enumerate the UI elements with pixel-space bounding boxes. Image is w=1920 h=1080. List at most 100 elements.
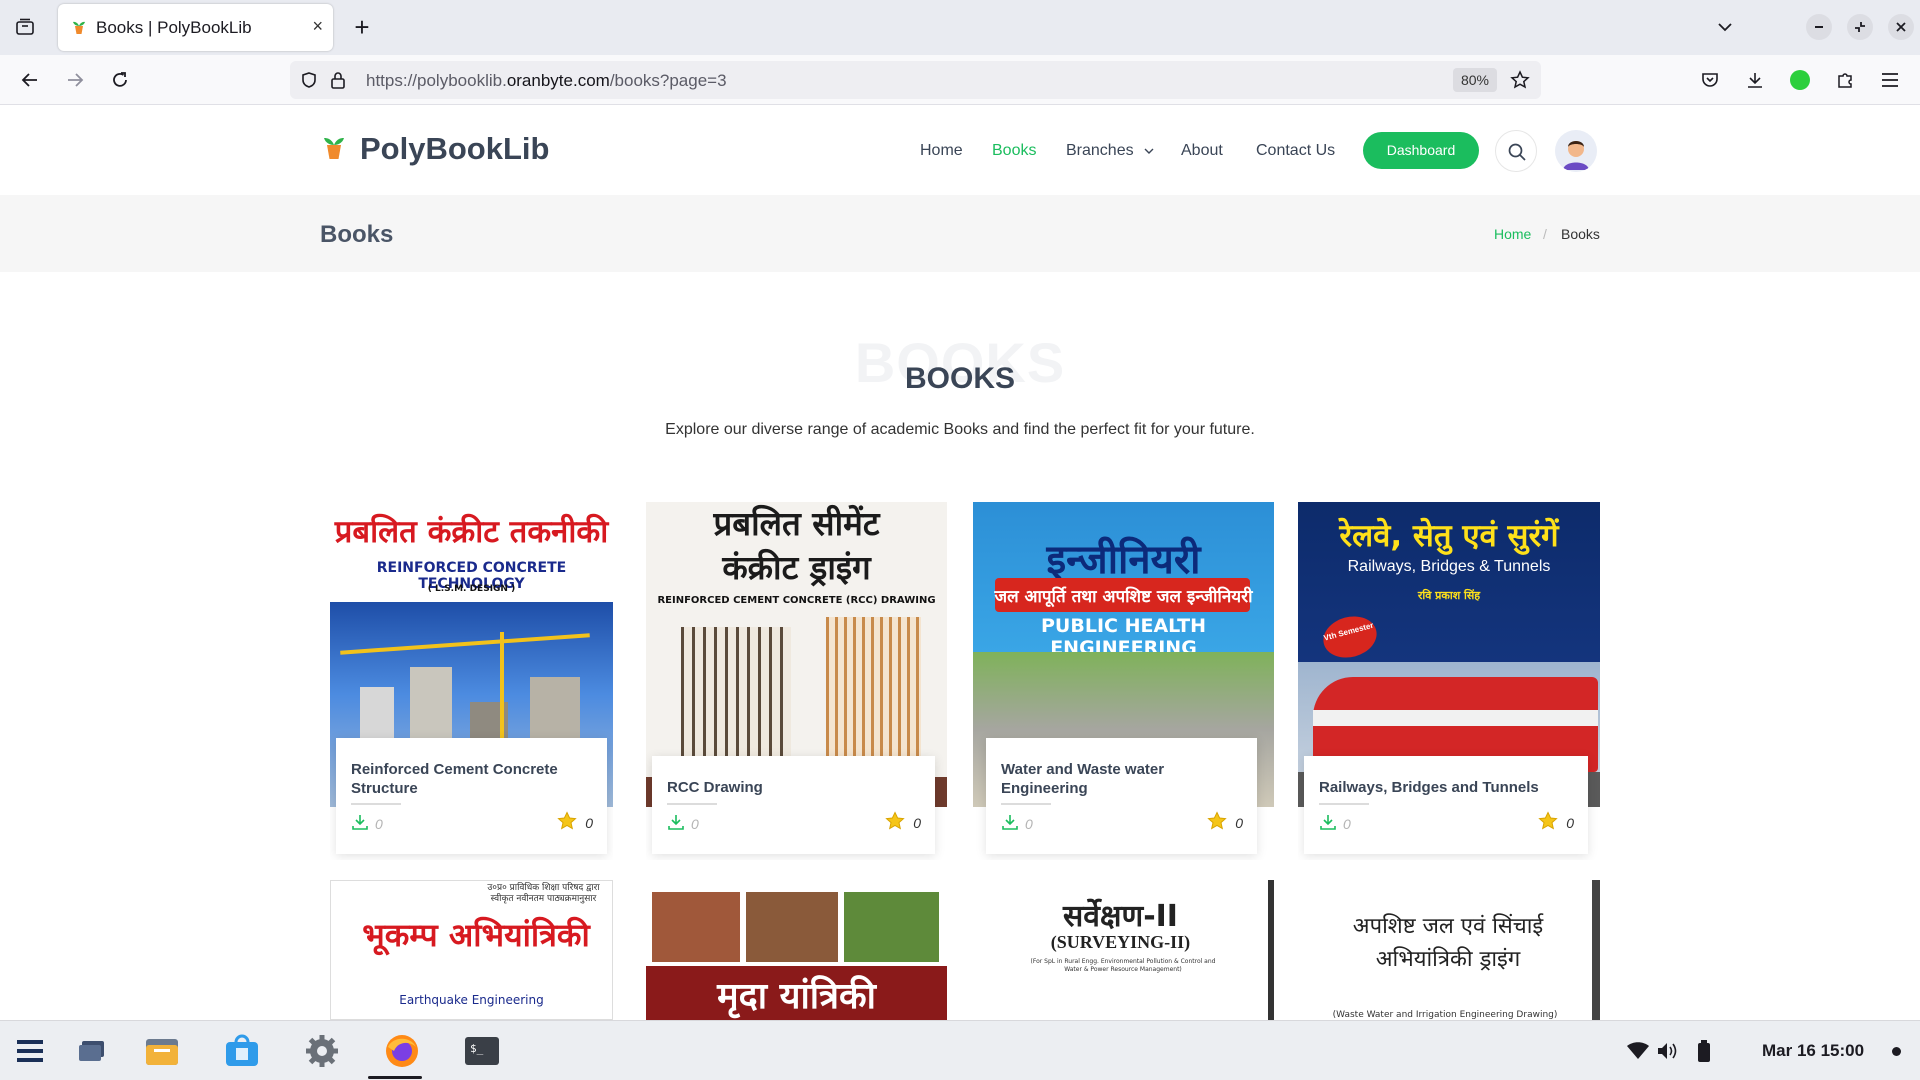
- lock-icon[interactable]: [325, 67, 351, 93]
- book-info-box: Reinforced Cement Concrete Structure 0 0: [336, 738, 607, 854]
- site-logo[interactable]: PolyBookLib: [320, 131, 549, 167]
- os-taskbar: $_ Mar 16 15:00: [0, 1020, 1920, 1080]
- book-title[interactable]: RCC Drawing: [667, 778, 917, 797]
- book-card[interactable]: प्रबलित कंक्रीट तकनीकी REINFORCED CONCRE…: [330, 502, 613, 860]
- nav-contact-us[interactable]: Contact Us: [1256, 142, 1335, 160]
- browser-nav-bar: https://polybooklib.oranbyte.com/books?p…: [0, 55, 1920, 105]
- user-avatar[interactable]: [1555, 130, 1597, 172]
- download-count[interactable]: 0: [351, 813, 383, 834]
- star-rating[interactable]: 0: [557, 811, 593, 834]
- book-info-box: RCC Drawing 0 0: [652, 756, 935, 854]
- book-card[interactable]: रेलवे, सेतु एवं सुरंगें Railways, Bridge…: [1298, 502, 1600, 860]
- software-store-icon[interactable]: [224, 1033, 260, 1069]
- cover-hindi-subtitle: जल आपूर्ति तथा अपशिष्ट जल इन्जीनियरी: [994, 587, 1253, 607]
- dashboard-button[interactable]: Dashboard: [1363, 132, 1479, 169]
- cover-english-title: Earthquake Engineering: [399, 993, 544, 1007]
- restore-window-button[interactable]: [1847, 14, 1873, 40]
- nav-home[interactable]: Home: [920, 142, 963, 160]
- star-icon: [885, 811, 905, 834]
- search-icon: [1507, 142, 1527, 167]
- cover-english-title: Railways, Bridges & Tunnels: [1347, 558, 1551, 575]
- star-rating[interactable]: 0: [1207, 811, 1243, 834]
- download-icon: [1319, 813, 1337, 834]
- cover-english-title: (SURVEYING-II): [1050, 932, 1191, 952]
- cover-english-title: (Waste Water and Irrigation Engineering …: [1332, 1010, 1558, 1020]
- star-rating[interactable]: 0: [885, 811, 921, 834]
- tab-overview-icon[interactable]: [12, 14, 38, 40]
- app-menu-icon[interactable]: [1877, 67, 1903, 93]
- close-window-button[interactable]: [1888, 14, 1914, 40]
- zorin-menu-icon[interactable]: [12, 1033, 48, 1069]
- files-icon[interactable]: [144, 1033, 180, 1069]
- nav-books[interactable]: Books: [992, 142, 1036, 160]
- download-count[interactable]: 0: [667, 813, 699, 834]
- zoom-level-badge[interactable]: 80%: [1453, 68, 1497, 92]
- tab-close-icon[interactable]: ×: [312, 16, 323, 37]
- clock[interactable]: Mar 16 15:00: [1762, 1041, 1864, 1061]
- downloads-icon[interactable]: [1742, 67, 1768, 93]
- brand-name: PolyBookLib: [360, 131, 550, 166]
- extensions-puzzle-icon[interactable]: [1832, 67, 1858, 93]
- download-icon: [1001, 813, 1019, 834]
- cover-hindi-title: रेलवे, सेतु एवं सुरंगें: [1339, 518, 1559, 554]
- section-subtitle: Explore our diverse range of academic Bo…: [665, 421, 1255, 438]
- book-title[interactable]: Water and Waste water Engineering: [1001, 760, 1241, 798]
- book-card[interactable]: प्रबलित सीमेंट कंक्रीट ड्राइंग REINFORCE…: [646, 502, 947, 860]
- tab-list-chevron-icon[interactable]: [1712, 14, 1738, 40]
- book-card[interactable]: मृदा यांत्रिकी: [646, 880, 947, 1020]
- nav-about[interactable]: About: [1181, 142, 1223, 160]
- breadcrumb-current: Books: [1561, 226, 1600, 242]
- book-info-box: Railways, Bridges and Tunnels 0 0: [1304, 756, 1588, 854]
- book-title[interactable]: Railways, Bridges and Tunnels: [1319, 778, 1574, 797]
- book-card[interactable]: उ०प्र० प्राविधिक शिक्षा परिषद द्वारा स्व…: [330, 880, 613, 1020]
- star-icon: [1207, 811, 1227, 834]
- cover-hindi-title: भूकम्प अभियांत्रिकी: [362, 916, 590, 954]
- cover-english-title: REINFORCED CEMENT CONCRETE (RCC) DRAWING: [657, 595, 936, 606]
- book-card[interactable]: इन्जीनियरी जल आपूर्ति तथा अपशिष्ट जल इन्…: [973, 502, 1274, 860]
- firefox-running-indicator: [368, 1076, 422, 1079]
- book-title[interactable]: Reinforced Cement Concrete Structure: [351, 760, 591, 798]
- browser-tab-active[interactable]: Books | PolyBookLib ×: [58, 4, 333, 51]
- book-info-box: Water and Waste water Engineering 0 0: [986, 738, 1257, 854]
- pocket-icon[interactable]: [1697, 67, 1723, 93]
- terminal-icon[interactable]: $_: [464, 1033, 500, 1069]
- address-bar[interactable]: https://polybooklib.oranbyte.com/books?p…: [290, 61, 1541, 99]
- title-divider: [1001, 803, 1051, 805]
- breadcrumb-separator: /: [1543, 226, 1547, 242]
- download-count[interactable]: 0: [1001, 813, 1033, 834]
- title-divider: [1319, 803, 1369, 805]
- forward-arrow-icon[interactable]: [62, 67, 88, 93]
- extension-status-icon[interactable]: [1787, 67, 1813, 93]
- search-button[interactable]: [1495, 130, 1537, 172]
- settings-gear-icon[interactable]: [304, 1033, 340, 1069]
- plant-pot-icon: [320, 133, 348, 166]
- cover-hindi-title: अपशिष्ट जल एवं सिंचाई अभियांत्रिकी ड्राइ…: [1352, 914, 1544, 972]
- breadcrumb-home[interactable]: Home: [1494, 226, 1531, 242]
- firefox-icon[interactable]: [384, 1033, 420, 1069]
- url-text: https://polybooklib.oranbyte.com/books?p…: [366, 71, 727, 90]
- page-title: Books: [320, 221, 394, 248]
- title-divider: [667, 803, 717, 805]
- site-favicon-icon: [70, 18, 88, 41]
- star-rating[interactable]: 0: [1538, 811, 1574, 834]
- reload-icon[interactable]: [107, 67, 133, 93]
- tracking-shield-icon[interactable]: [296, 67, 322, 93]
- book-card[interactable]: सर्वेक्षण-II (SURVEYING-II) (For SpL in …: [973, 880, 1274, 1020]
- workspaces-icon[interactable]: [74, 1033, 110, 1069]
- download-count[interactable]: 0: [1319, 813, 1351, 834]
- cover-hindi-title: मृदा यांत्रिकी: [717, 976, 876, 1017]
- cover-hindi-title: इन्जीनियरी: [1046, 537, 1201, 583]
- cover-author: रवि प्रकाश सिंह: [1417, 589, 1481, 602]
- nav-branches[interactable]: Branches: [1066, 142, 1154, 160]
- notification-dot-icon[interactable]: [1892, 1047, 1901, 1056]
- semester-badge: Vth Semester: [1318, 610, 1382, 664]
- book-card[interactable]: अपशिष्ट जल एवं सिंचाई अभियांत्रिकी ड्राइ…: [1298, 880, 1600, 1020]
- section-title: BOOKS: [904, 362, 1015, 395]
- back-arrow-icon[interactable]: [17, 67, 43, 93]
- new-tab-button[interactable]: +: [349, 12, 375, 42]
- minimize-window-button[interactable]: [1806, 14, 1832, 40]
- battery-icon[interactable]: [1686, 1033, 1722, 1069]
- bookmark-star-icon[interactable]: [1507, 67, 1533, 93]
- cover-hindi-title: सर्वेक्षण-II: [1063, 899, 1178, 934]
- volume-icon[interactable]: [1650, 1033, 1686, 1069]
